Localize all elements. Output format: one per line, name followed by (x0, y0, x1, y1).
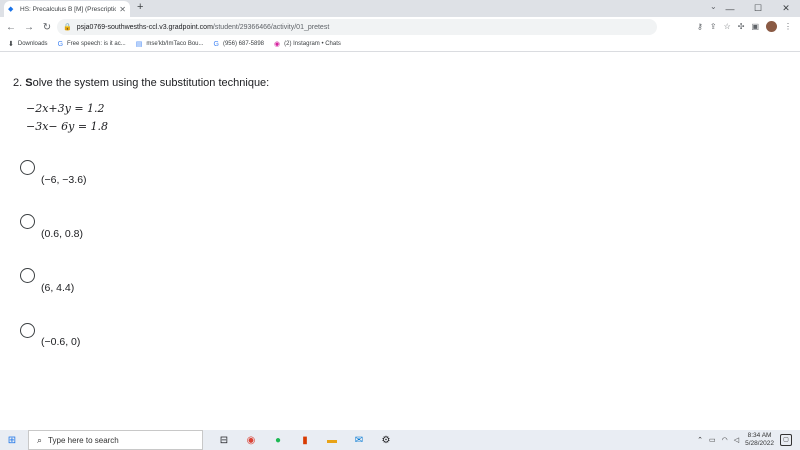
star-icon[interactable]: ☆ (724, 22, 731, 31)
choice-label-1[interactable]: (−6, −3.6) (41, 174, 87, 186)
page-content: 2. Solve the system using the substituti… (0, 52, 800, 430)
browser-toolbar: ← → ↻ 🔒 psja0769-southwesths-ccl.v3.grad… (0, 17, 800, 37)
network-icon[interactable]: ◠ (722, 436, 728, 444)
clock[interactable]: 8:34 AM 5/28/2022 (745, 432, 774, 448)
profile-avatar[interactable] (766, 21, 777, 32)
chevron-up-icon[interactable]: ⌃ (697, 436, 703, 444)
choice-label-3[interactable]: (6, 4.4) (41, 282, 74, 294)
chrome-icon[interactable]: ◉ (242, 435, 260, 446)
bookmark-phone[interactable]: G (956) 687-5898 (214, 41, 264, 48)
question-prompt: 2. Solve the system using the substituti… (13, 77, 269, 89)
instagram-icon: ◉ (274, 41, 281, 48)
bookmark-label: Free speech: is it ac... (67, 41, 126, 47)
reload-icon[interactable]: ↻ (40, 22, 54, 33)
choice-label-4[interactable]: (−0.6, 0) (41, 336, 80, 348)
tab-title: HS: Precalculus B [M] (Prescriptio (20, 5, 117, 13)
url-host: psja0769-southwesths-ccl.v3.gradpoint.co… (76, 23, 213, 31)
choice-label-2[interactable]: (0.6, 0.8) (41, 228, 83, 240)
lock-icon[interactable]: 🔒 (63, 23, 72, 31)
windows-taskbar: ⊞ ⌕ Type here to search ⊟ ◉ ● ▮ ▬ ✉ ⚙ ⌃ … (0, 430, 800, 450)
bookmark-downloads[interactable]: ⬇ Downloads (8, 40, 48, 48)
spotify-icon[interactable]: ● (269, 435, 287, 446)
office-icon[interactable]: ▮ (296, 435, 314, 446)
bookmark-label: mse'kb/ImTaco Bou... (146, 41, 204, 47)
tab-close-icon[interactable]: ✕ (119, 5, 126, 14)
address-bar[interactable]: 🔒 psja0769-southwesths-ccl.v3.gradpoint.… (57, 19, 657, 35)
choice-radio-1[interactable] (20, 160, 35, 175)
bookmark-free-speech[interactable]: G Free speech: is it ac... (58, 41, 126, 48)
maximize-button[interactable]: ☐ (744, 3, 772, 14)
download-icon: ⬇ (8, 41, 14, 48)
task-view-icon[interactable]: ⊟ (215, 435, 233, 446)
gradpoint-favicon-icon: ◆ (8, 5, 14, 13)
mail-icon[interactable]: ✉ (350, 435, 368, 446)
search-icon: ⌕ (37, 434, 43, 445)
system-tray: ⌃ ▭ ◠ ◁ 8:34 AM 5/28/2022 ▢ (697, 430, 792, 450)
google-icon: G (213, 40, 219, 48)
choice-radio-3[interactable] (20, 268, 35, 283)
clock-date: 5/28/2022 (745, 440, 774, 447)
volume-icon[interactable]: ◁ (734, 436, 739, 444)
equation-1: −2x+3y = 1.2 (26, 102, 105, 115)
taskbar-apps: ⊟ ◉ ● ▮ ▬ ✉ ⚙ (215, 435, 395, 446)
taskbar-search-placeholder: Type here to search (48, 435, 119, 445)
new-tab-button[interactable]: + (137, 1, 143, 13)
extensions-icon[interactable]: ✣ (738, 22, 745, 31)
clock-time: 8:34 AM (747, 432, 772, 439)
back-arrow-icon[interactable]: ← (4, 22, 18, 33)
bookmark-label: (2) Instagram • Chats (284, 41, 341, 47)
bookmark-instagram[interactable]: ◉ (2) Instagram • Chats (274, 40, 341, 48)
question-text: olve the system using the substitution t… (32, 77, 270, 89)
forward-arrow-icon[interactable]: → (22, 22, 36, 33)
settings-gear-icon[interactable]: ⚙ (377, 435, 395, 446)
taskbar-search[interactable]: ⌕ Type here to search (28, 430, 203, 450)
question-first-letter: S (25, 77, 33, 89)
share-icon[interactable]: ⇪ (710, 22, 717, 31)
question-number: 2. (13, 77, 23, 89)
window-controls: — ☐ ✕ (716, 0, 800, 17)
url-path: /student/29366466/activity/01_pretest (212, 23, 330, 31)
windows-start-icon[interactable]: ⊞ (0, 435, 24, 446)
sidebar-icon[interactable]: ▣ (751, 22, 759, 31)
bookmarks-bar: ⬇ Downloads G Free speech: is it ac... ▤ ms… (0, 37, 800, 52)
minimize-button[interactable]: — (716, 4, 744, 14)
menu-icon[interactable]: ⋮ (784, 22, 792, 31)
google-icon: G (57, 40, 64, 48)
notification-icon[interactable]: ▢ (780, 434, 792, 446)
key-icon[interactable]: ⚷ (697, 22, 703, 31)
close-window-button[interactable]: ✕ (772, 3, 800, 14)
choice-radio-2[interactable] (20, 214, 35, 229)
bookmark-label: Downloads (17, 41, 48, 47)
battery-icon[interactable]: ▭ (709, 436, 716, 444)
document-icon: ▤ (135, 41, 143, 48)
equation-2: −3x− 6y = 1.8 (26, 120, 109, 133)
bookmark-doc[interactable]: ▤ mse'kb/ImTaco Bou... (136, 40, 204, 48)
browser-tab[interactable]: ◆ HS: Precalculus B [M] (Prescriptio ✕ (4, 1, 130, 17)
toolbar-icons: ⚷ ⇪ ☆ ✣ ▣ ⋮ (697, 21, 792, 32)
tab-strip: ◆ HS: Precalculus B [M] (Prescriptio ✕ +… (0, 0, 800, 17)
file-explorer-icon[interactable]: ▬ (323, 435, 341, 446)
bookmark-label: (956) 687-5898 (222, 41, 264, 47)
choice-radio-4[interactable] (20, 323, 35, 338)
